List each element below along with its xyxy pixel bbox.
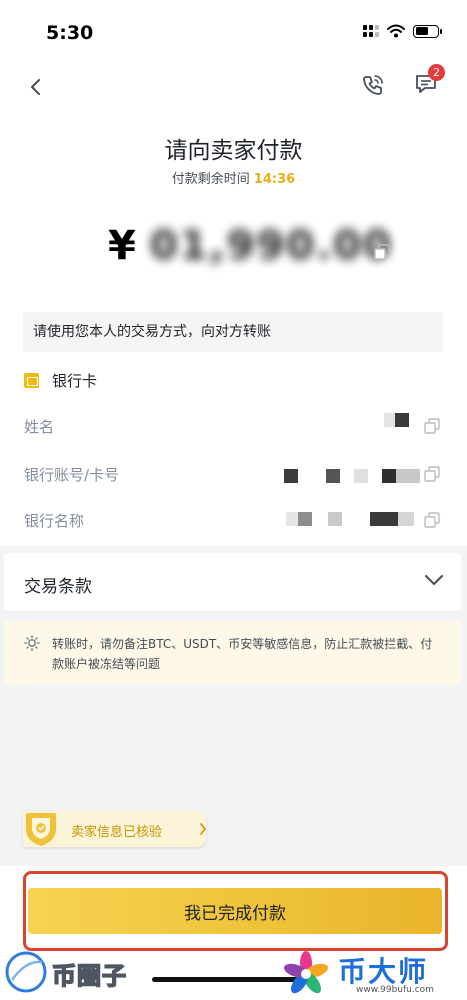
transfer-warning: 转账时，请勿备注BTC、USDT、币安等敏感信息，防止汇款被拦截、付款账户被冻结…: [4, 621, 461, 685]
copy-bank-icon[interactable]: [424, 512, 440, 528]
seller-verified-badge[interactable]: 卖家信息已核验: [23, 811, 207, 847]
field-label-account: 银行账号/卡号: [24, 466, 120, 484]
cellular-signal-icon: [363, 25, 379, 37]
battery-icon: [413, 24, 442, 38]
payment-completed-button[interactable]: 我已完成付款: [28, 888, 442, 934]
warning-text: 转账时，请勿备注BTC、USDT、币安等敏感信息，防止汇款被拦截、付款账户被冻结…: [52, 637, 433, 671]
status-time: 5:30: [46, 22, 94, 44]
countdown-value: 14:36: [253, 172, 296, 187]
trade-terms-row[interactable]: 交易条款: [4, 553, 461, 611]
payment-method: 银行卡: [24, 370, 97, 391]
payment-amount: ¥ 01,990.00: [108, 222, 393, 270]
bank-card-icon: [24, 373, 39, 388]
chevron-right-icon: [200, 823, 207, 835]
phone-call-icon[interactable]: [361, 73, 385, 97]
field-label-name: 姓名: [24, 418, 55, 436]
masked-bank-value: [286, 512, 422, 526]
copy-amount-icon[interactable]: [374, 244, 390, 260]
unread-badge: 2: [428, 64, 445, 81]
transfer-notice: 请使用您本人的交易方式，向对方转账: [23, 312, 443, 352]
watermark-right: 币大师 www.99bufu.com: [282, 948, 462, 1000]
trade-terms-label: 交易条款: [24, 577, 92, 597]
watermark-left-text: 币圈子: [51, 961, 127, 991]
page-title: 请向卖家付款: [164, 138, 303, 164]
masked-name-value: [384, 413, 412, 427]
lightbulb-icon: [24, 635, 40, 651]
status-icons: [363, 24, 442, 38]
wifi-icon: [387, 24, 405, 38]
copy-account-icon[interactable]: [424, 466, 440, 482]
countdown-label: 付款剩余时间: [171, 172, 250, 187]
status-bar: 5:30: [0, 0, 467, 64]
watermark-url: www.99bufu.com: [356, 985, 434, 995]
payment-countdown: 付款剩余时间 14:36: [0, 168, 467, 187]
watermark-logo-icon: [5, 951, 47, 993]
back-arrow-icon[interactable]: [24, 75, 48, 99]
copy-name-icon[interactable]: [424, 418, 440, 434]
verified-shield-icon: [26, 813, 56, 846]
verified-label: 卖家信息已核验: [71, 825, 163, 840]
watermark-right-text: 币大师: [338, 955, 429, 988]
watermark-left: 币圈子: [0, 948, 150, 996]
chevron-down-icon: [425, 575, 443, 585]
field-label-bank: 银行名称: [24, 512, 85, 530]
payment-method-label: 银行卡: [52, 372, 98, 390]
watermark-flower-icon: [283, 951, 329, 994]
amount-value-obscured: 01,990.00: [149, 223, 394, 269]
currency-symbol: ¥: [108, 223, 136, 269]
masked-account-value: [284, 469, 424, 483]
